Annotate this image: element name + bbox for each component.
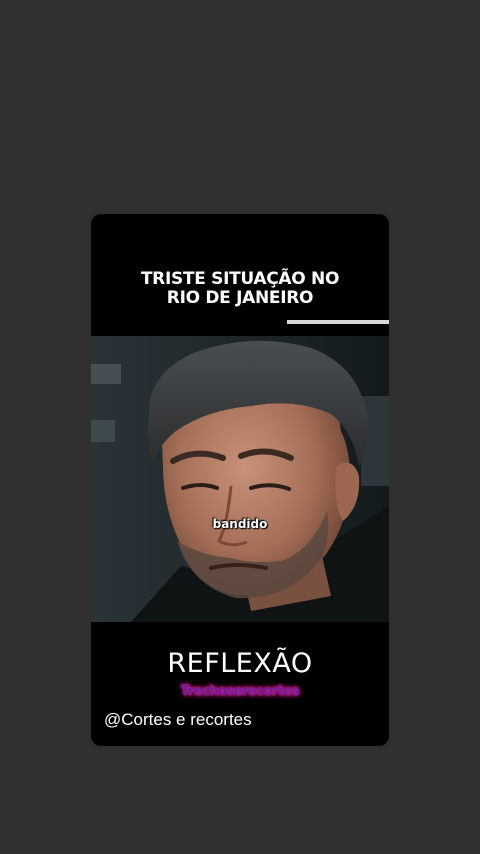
video-frame[interactable]: bandido bbox=[91, 336, 389, 622]
story-card[interactable]: TRISTE SITUAÇÃO NO RIO DE JANEIRO bandid… bbox=[91, 214, 389, 746]
watermark-text: Trechoserecortes bbox=[180, 684, 300, 699]
headline-line-1: TRISTE SITUAÇÃO NO bbox=[140, 269, 340, 289]
speaker-image bbox=[91, 336, 389, 622]
headline: TRISTE SITUAÇÃO NO RIO DE JANEIRO bbox=[91, 270, 389, 308]
channel-handle[interactable]: @Cortes e recortes bbox=[104, 710, 252, 730]
subtitle-text: REFLEXÃO bbox=[167, 648, 313, 679]
caption-word: bandido bbox=[212, 517, 268, 531]
story-progress-bar bbox=[287, 320, 389, 324]
headline-line-2: RIO DE JANEIRO bbox=[166, 288, 314, 308]
story-progress-fill bbox=[287, 320, 389, 324]
